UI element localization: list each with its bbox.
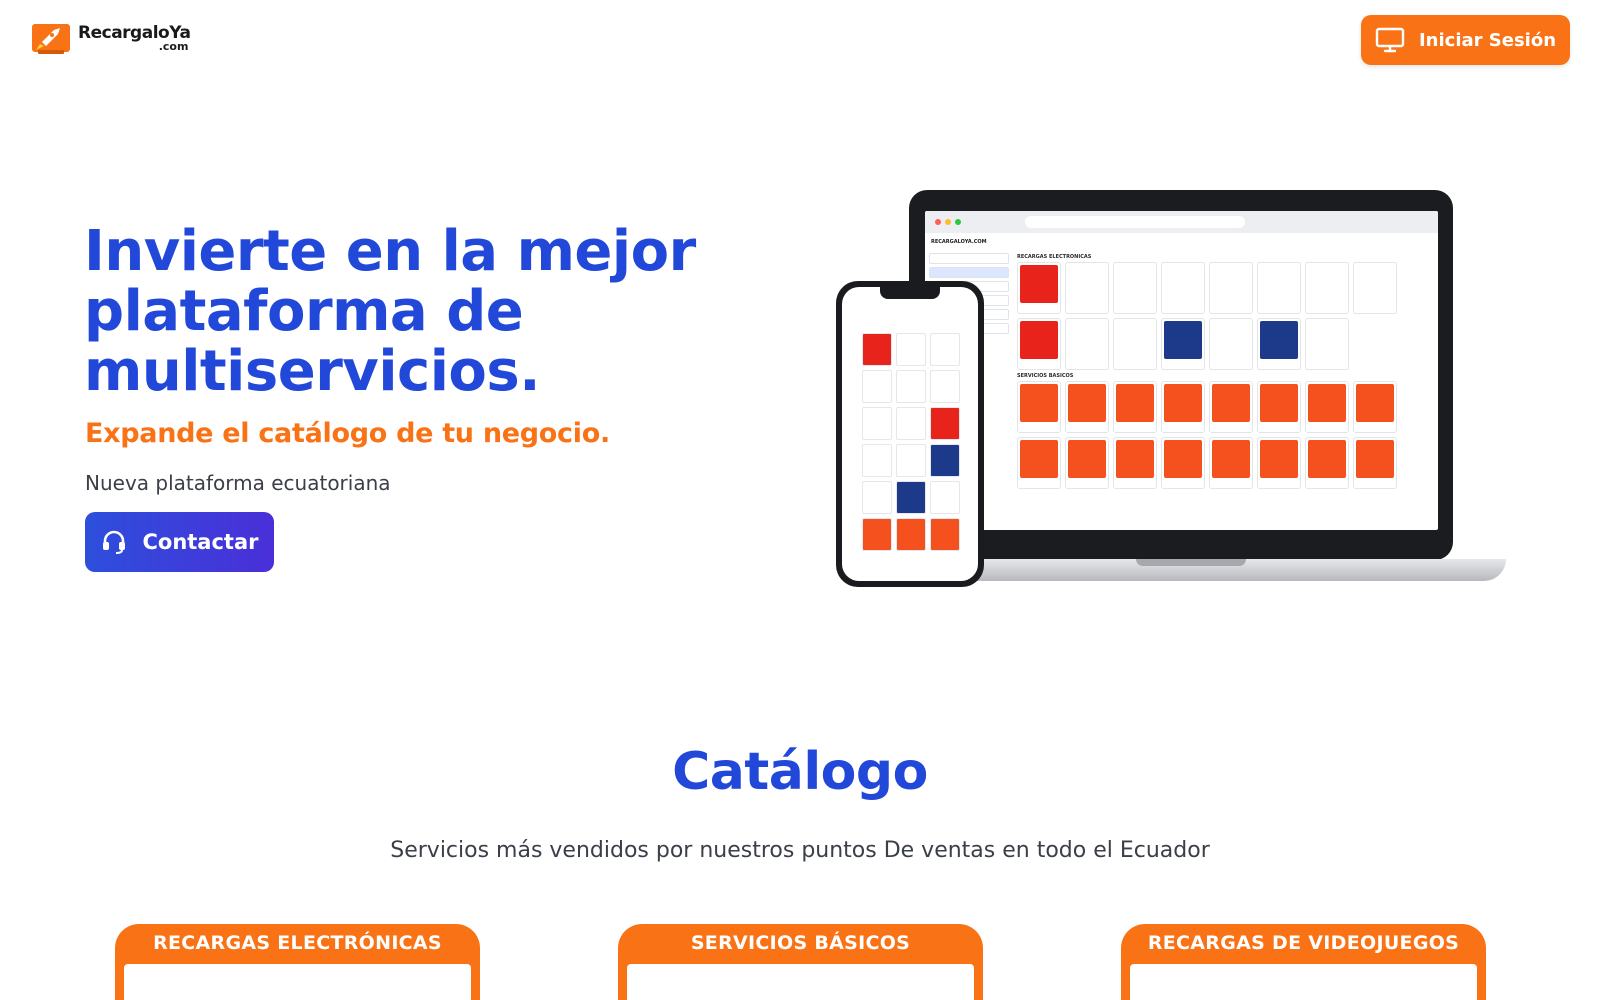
- devices-mockup-image: RECARGALOYA.COM RECARGAS ELECTRONICAS SE…: [836, 190, 1506, 600]
- catalog-card-recargas[interactable]: RECARGAS ELECTRÓNICAS: [115, 924, 480, 1000]
- catalog-subtitle: Servicios más vendidos por nuestros punt…: [390, 838, 1210, 863]
- phone-screen: [842, 287, 978, 581]
- mockup-section-recargas: RECARGAS ELECTRONICAS: [1017, 254, 1092, 260]
- contact-button-label: Contactar: [142, 530, 259, 554]
- browser-bar: [925, 211, 1438, 233]
- catalog-card-label: RECARGAS ELECTRÓNICAS: [153, 932, 442, 954]
- catalog-card-servicios[interactable]: SERVICIOS BÁSICOS: [618, 924, 983, 1000]
- catalog-card-videojuegos[interactable]: RECARGAS DE VIDEOJUEGOS: [1121, 924, 1486, 1000]
- catalog-title: Catálogo: [672, 742, 928, 802]
- hero-title: Invierte en la mejor plataforma de multi…: [84, 219, 696, 404]
- mockup-section-servicios: SERVICIOS BASICOS: [1017, 373, 1074, 379]
- headset-icon: [103, 530, 126, 554]
- rocket-logo-icon: [28, 20, 72, 56]
- login-button-label: Iniciar Sesión: [1418, 29, 1557, 51]
- logo-tld: .com: [158, 39, 189, 53]
- monitor-icon: [1375, 27, 1405, 53]
- hero-subtitle: Expande el catálogo de tu negocio.: [85, 418, 610, 449]
- phone-tile-grid: [862, 333, 960, 551]
- mockup-site-label: RECARGALOYA.COM: [931, 239, 987, 245]
- catalog-card-label: SERVICIOS BÁSICOS: [690, 932, 911, 954]
- phone-frame: [836, 281, 984, 587]
- login-button[interactable]: Iniciar Sesión: [1361, 15, 1570, 65]
- hero-tagline: Nueva plataforma ecuatoriana: [85, 471, 391, 495]
- site-logo[interactable]: RecargaloYa .com: [28, 20, 191, 56]
- contact-button[interactable]: Contactar: [85, 512, 274, 572]
- mockup-recargas-grid: [1017, 262, 1434, 370]
- landing-page: RecargaloYa .com Iniciar Sesión Invierte…: [0, 0, 1600, 1000]
- logo-wordmark: RecargaloYa .com: [78, 22, 191, 53]
- mockup-servicios-grid: [1017, 381, 1434, 489]
- catalog-card-label: RECARGAS DE VIDEOJUEGOS: [1147, 932, 1460, 954]
- logo-name: RecargaloYa: [78, 22, 191, 43]
- laptop-screen: RECARGALOYA.COM RECARGAS ELECTRONICAS SE…: [925, 211, 1438, 530]
